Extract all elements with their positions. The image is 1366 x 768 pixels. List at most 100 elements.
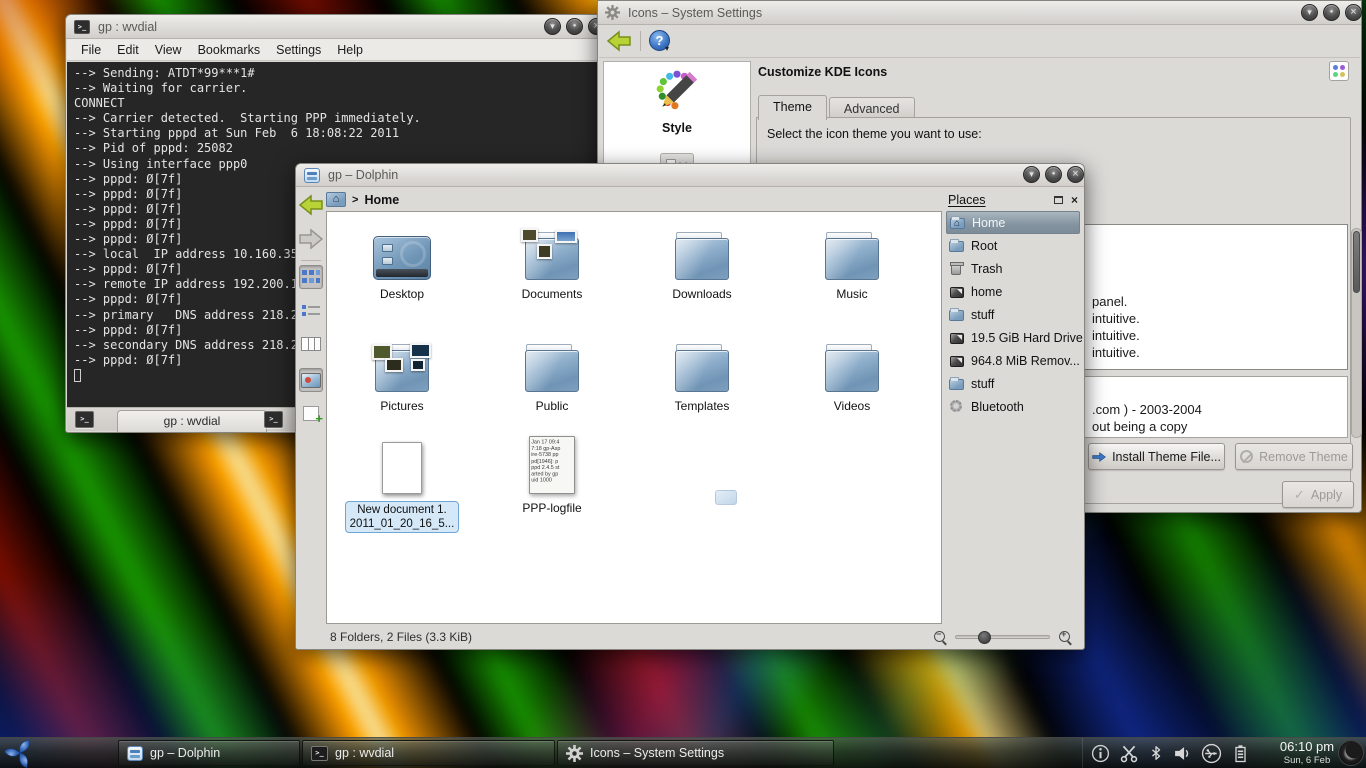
- checkmark-icon: ✓: [1294, 487, 1305, 503]
- clock[interactable]: 06:10 pm Sun, 6 Feb: [1276, 739, 1338, 766]
- minimize-button[interactable]: ▾: [1301, 4, 1318, 21]
- close-panel-icon[interactable]: ×: [1071, 195, 1078, 205]
- home-folder-icon[interactable]: ⌂: [326, 192, 346, 207]
- preview-button[interactable]: [299, 368, 323, 392]
- place-stuff[interactable]: stuff: [946, 303, 1080, 326]
- menu-help[interactable]: Help: [329, 41, 371, 59]
- places-header: Places ×: [946, 189, 1080, 211]
- place-home-partition[interactable]: home: [946, 280, 1080, 303]
- scrollbar-thumb[interactable]: [1353, 231, 1360, 293]
- maximize-button[interactable]: ●: [1045, 166, 1062, 183]
- maximize-button[interactable]: ●: [566, 18, 583, 35]
- file-item-documents[interactable]: Documents: [482, 222, 622, 301]
- breadcrumb: ⌂ > Home: [326, 188, 942, 211]
- file-item-ppp-logfile[interactable]: Jan 17 09:4 7:18 gp-Asp ire-5738 pp pd[1…: [482, 432, 622, 515]
- menu-edit[interactable]: Edit: [109, 41, 147, 59]
- zoom-out-icon[interactable]: −: [933, 630, 947, 644]
- zoom-slider[interactable]: [955, 635, 1050, 639]
- sidebar-item-style[interactable]: Style: [604, 62, 750, 135]
- theme-description-text: .com ) - 2003-2004 out being a copy: [1092, 401, 1202, 435]
- menu-file[interactable]: File: [73, 41, 109, 59]
- system-settings-toolbar: ? ▾: [599, 25, 1360, 58]
- maximize-button[interactable]: ●: [1323, 4, 1340, 21]
- device-notifier-usb-icon[interactable]: [1201, 743, 1222, 764]
- file-item-downloads[interactable]: Downloads: [632, 222, 772, 301]
- konsole-tab[interactable]: gp : wvdial: [117, 410, 267, 432]
- columns-view-button[interactable]: [299, 332, 323, 356]
- folder-icon: [675, 350, 729, 392]
- klipper-scissors-icon[interactable]: [1119, 743, 1139, 763]
- folder-icon: [949, 239, 965, 253]
- app-launcher-icon[interactable]: [5, 738, 35, 768]
- dolphin-titlebar[interactable]: gp – Dolphin ▾ ● ×: [296, 164, 1084, 187]
- menu-bookmarks[interactable]: Bookmarks: [190, 41, 269, 59]
- zoom-slider-handle[interactable]: [978, 631, 991, 644]
- bluetooth-tray-icon[interactable]: [1148, 743, 1164, 763]
- file-item-music[interactable]: Music: [782, 222, 922, 301]
- konsole-app-icon: >_: [74, 20, 90, 34]
- split-view-button[interactable]: [299, 401, 323, 425]
- chevron-down-icon[interactable]: ▾: [665, 44, 669, 53]
- clock-date: Sun, 6 Feb: [1276, 755, 1338, 766]
- task-dolphin[interactable]: gp – Dolphin: [118, 740, 300, 766]
- instruction-text: Select the icon theme you want to use:: [767, 127, 982, 141]
- zoom-in-icon[interactable]: +: [1058, 630, 1072, 644]
- bluetooth-gear-icon: [949, 400, 965, 414]
- new-tab-button[interactable]: >_: [75, 411, 94, 428]
- minimize-button[interactable]: ▾: [1023, 166, 1040, 183]
- no-entry-icon: [1240, 450, 1253, 463]
- system-tray: [1082, 738, 1282, 768]
- file-item-public[interactable]: Public: [482, 334, 622, 413]
- taskbar: gp – Dolphin >_ gp : wvdial Icons – Syst…: [0, 737, 1366, 768]
- remove-theme-button[interactable]: Remove Theme: [1235, 443, 1353, 470]
- folder-icon: [949, 377, 965, 391]
- info-tray-icon[interactable]: [1091, 744, 1110, 763]
- tab-theme[interactable]: Theme: [758, 95, 827, 120]
- volume-tray-icon[interactable]: [1173, 744, 1192, 763]
- scrollbar[interactable]: [1351, 228, 1362, 438]
- places-title: Places: [948, 193, 1054, 207]
- desktop: >_ gp : wvdial ▾ ● × File Edit View Book…: [0, 0, 1366, 768]
- place-bluetooth[interactable]: Bluetooth: [946, 395, 1080, 418]
- selected-file-label: New document 1. 2011_01_20_16_5...: [345, 501, 460, 533]
- float-panel-icon[interactable]: [1054, 196, 1063, 204]
- split-tab-button[interactable]: >_: [264, 411, 283, 428]
- task-konsole[interactable]: >_ gp : wvdial: [302, 740, 555, 766]
- file-item-videos[interactable]: Videos: [782, 334, 922, 413]
- details-view-icon: [302, 304, 320, 318]
- place-home[interactable]: Home: [946, 211, 1080, 234]
- close-button[interactable]: ×: [1345, 4, 1362, 21]
- place-root[interactable]: Root: [946, 234, 1080, 257]
- apply-button[interactable]: ✓ Apply: [1282, 481, 1354, 508]
- install-theme-button[interactable]: Install Theme File...: [1088, 443, 1225, 470]
- breadcrumb-home[interactable]: Home: [364, 193, 399, 207]
- documents-folder-icon: [525, 238, 579, 280]
- folder-view[interactable]: Desktop Documents Downloads Music: [326, 211, 942, 624]
- place-hard-drive[interactable]: 19.5 GiB Hard Drive: [946, 326, 1080, 349]
- file-item-new-document[interactable]: New document 1. 2011_01_20_16_5...: [332, 432, 472, 533]
- back-button[interactable]: [606, 30, 632, 52]
- forward-button[interactable]: [298, 228, 324, 250]
- menu-view[interactable]: View: [147, 41, 190, 59]
- terminal-cursor: [74, 369, 81, 382]
- task-system-settings[interactable]: Icons – System Settings: [557, 740, 834, 766]
- minimize-button[interactable]: ▾: [544, 18, 561, 35]
- system-settings-titlebar[interactable]: Icons – System Settings ▾ ● ×: [598, 1, 1361, 25]
- menu-settings[interactable]: Settings: [268, 41, 329, 59]
- konsole-titlebar[interactable]: >_ gp : wvdial ▾ ● ×: [66, 15, 604, 39]
- file-item-pictures[interactable]: Pictures: [332, 334, 472, 413]
- removable-drive-icon: [949, 354, 965, 368]
- details-view-button[interactable]: [299, 299, 323, 323]
- place-stuff-2[interactable]: stuff: [946, 372, 1080, 395]
- battery-tray-icon[interactable]: [1231, 743, 1249, 764]
- back-button[interactable]: [298, 194, 324, 216]
- module-heading: Customize KDE Icons: [758, 65, 887, 79]
- close-button[interactable]: ×: [1067, 166, 1084, 183]
- dolphin-app-icon: [127, 746, 143, 761]
- file-item-templates[interactable]: Templates: [632, 334, 772, 413]
- place-trash[interactable]: Trash: [946, 257, 1080, 280]
- icons-view-button[interactable]: [299, 265, 323, 289]
- file-item-desktop[interactable]: Desktop: [332, 222, 472, 301]
- place-removable-drive[interactable]: 964.8 MiB Remov...: [946, 349, 1080, 372]
- panel-cashew-icon[interactable]: [1338, 740, 1364, 766]
